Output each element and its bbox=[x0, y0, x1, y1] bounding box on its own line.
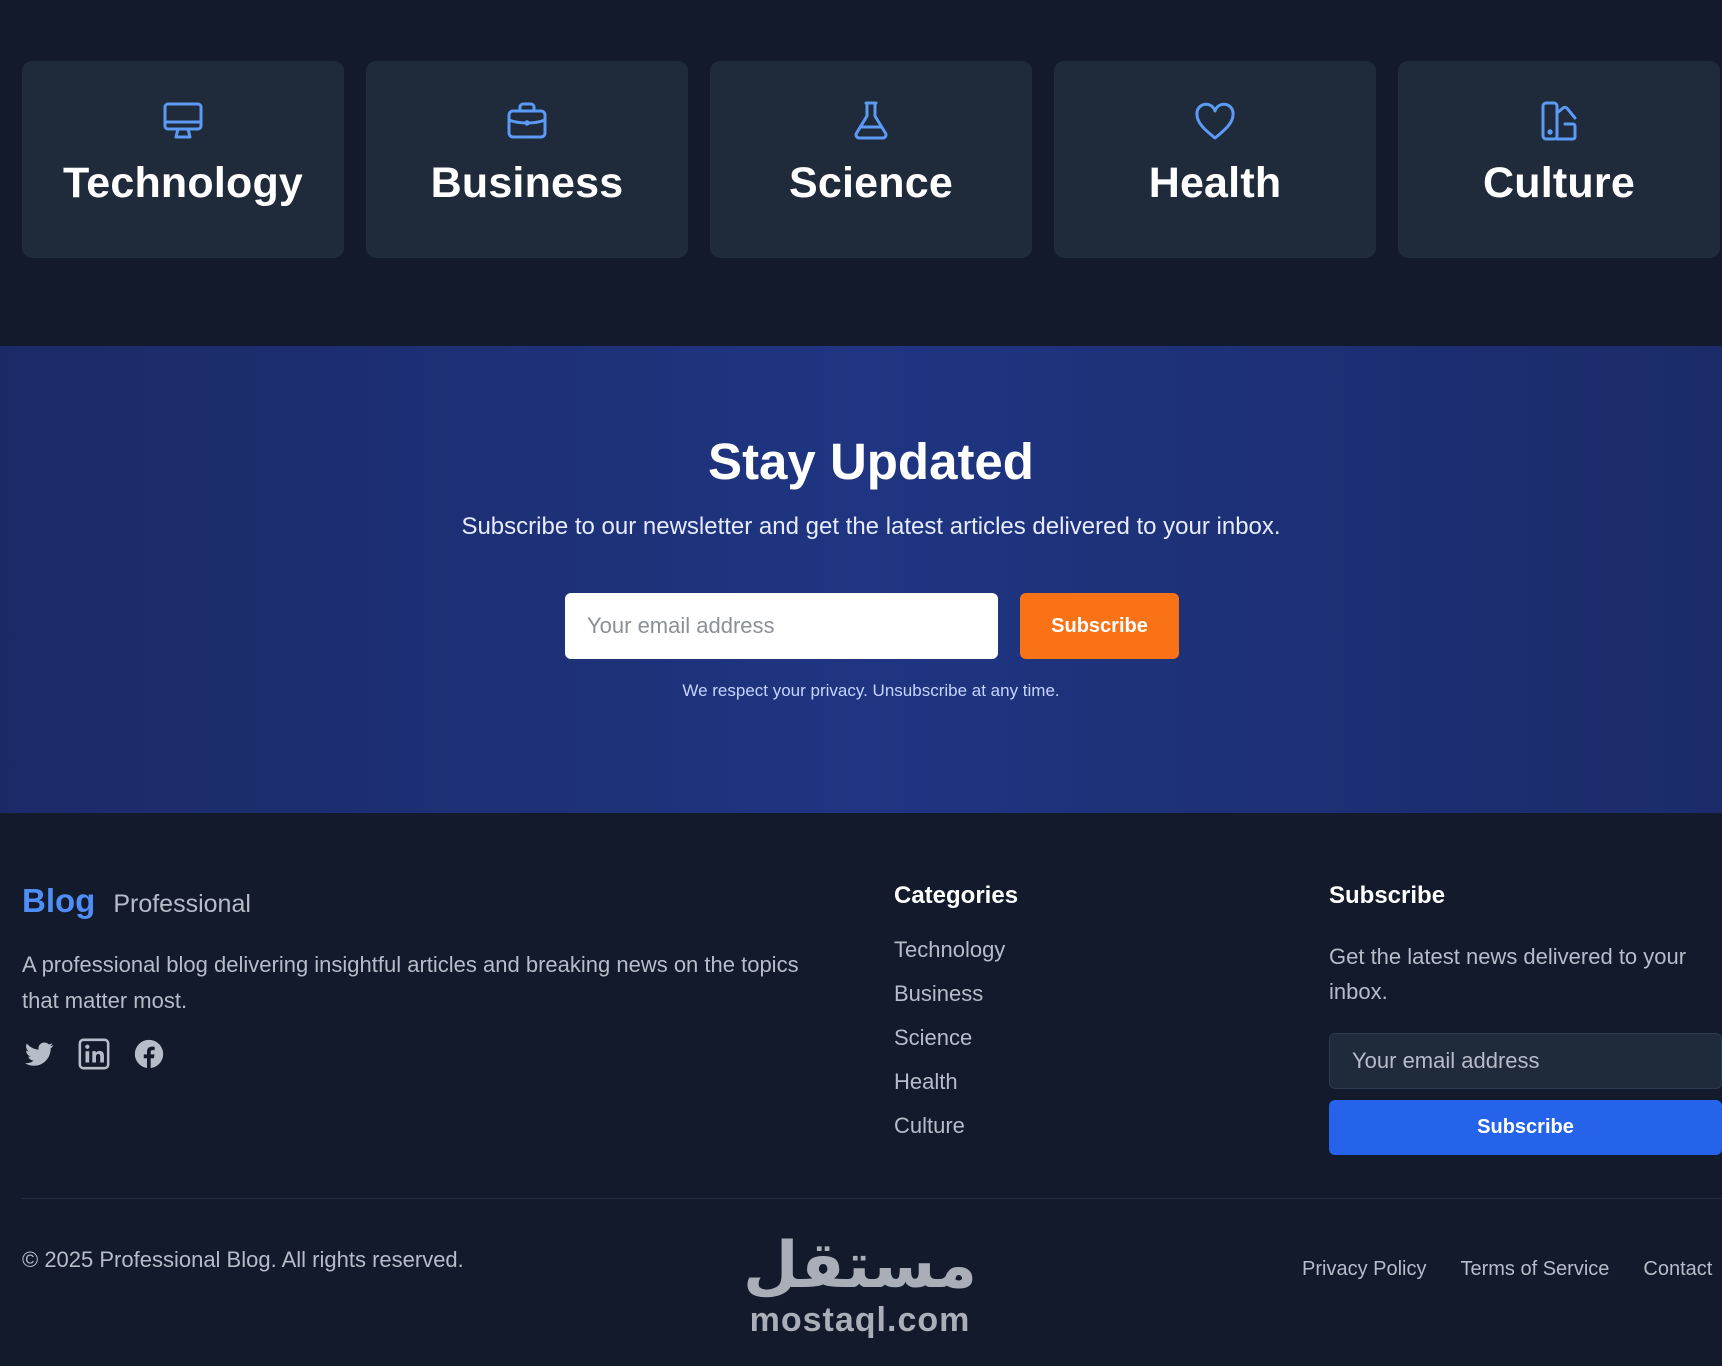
privacy-policy-link[interactable]: Privacy Policy bbox=[1302, 1258, 1426, 1281]
linkedin-icon[interactable] bbox=[77, 1037, 111, 1071]
categories-section: Technology Business Science Health Cultu… bbox=[0, 0, 1722, 346]
newsletter-subscribe-button[interactable]: Subscribe bbox=[1020, 593, 1179, 659]
category-card-culture[interactable]: Culture bbox=[1398, 61, 1720, 258]
footer-subscribe-button[interactable]: Subscribe bbox=[1329, 1100, 1722, 1155]
subscribe-description: Get the latest news delivered to your in… bbox=[1329, 944, 1687, 1004]
footer-link-science[interactable]: Science bbox=[894, 1025, 1005, 1069]
category-label: Business bbox=[430, 159, 624, 207]
contact-link[interactable]: Contact bbox=[1643, 1258, 1712, 1281]
footer-link-technology[interactable]: Technology bbox=[894, 937, 1005, 981]
footer-description: A professional blog delivering insightfu… bbox=[22, 952, 799, 1013]
watermark-arabic: مستقل bbox=[742, 1229, 978, 1303]
privacy-note: We respect your privacy. Unsubscribe at … bbox=[682, 681, 1060, 700]
brand-tagline: Professional bbox=[113, 890, 251, 918]
category-card-business[interactable]: Business bbox=[366, 61, 688, 258]
category-card-science[interactable]: Science bbox=[710, 61, 1032, 258]
subscribe-title: Subscribe bbox=[1329, 882, 1446, 909]
briefcase-icon bbox=[503, 97, 551, 145]
brand-name: Blog bbox=[22, 882, 96, 919]
flask-icon bbox=[847, 97, 895, 145]
category-label: Technology bbox=[62, 159, 304, 207]
footer-link-health[interactable]: Health bbox=[894, 1069, 1005, 1113]
newsletter-section: Stay Updated Subscribe to our newsletter… bbox=[0, 346, 1722, 813]
footer-category-list: Technology Business Science Health Cultu… bbox=[894, 937, 1005, 1157]
category-label: Science bbox=[789, 159, 953, 207]
twitter-icon[interactable] bbox=[22, 1037, 56, 1071]
categories-title: Categories bbox=[894, 882, 1019, 909]
newsletter-subtitle: Subscribe to our newsletter and get the … bbox=[461, 513, 1281, 540]
monitor-icon bbox=[159, 97, 207, 145]
terms-of-service-link[interactable]: Terms of Service bbox=[1460, 1258, 1609, 1281]
category-label: Health bbox=[1148, 159, 1282, 207]
footer-link-culture[interactable]: Culture bbox=[894, 1113, 1005, 1157]
category-card-technology[interactable]: Technology bbox=[22, 61, 344, 258]
social-links bbox=[22, 1037, 166, 1071]
heart-icon bbox=[1191, 97, 1239, 145]
legal-links: Privacy Policy Terms of Service Contact bbox=[1302, 1258, 1712, 1281]
facebook-icon[interactable] bbox=[132, 1037, 166, 1071]
palette-icon bbox=[1535, 97, 1583, 145]
footer-divider bbox=[22, 1198, 1722, 1199]
footer-link-business[interactable]: Business bbox=[894, 981, 1005, 1025]
copyright-text: © 2025 Professional Blog. All rights res… bbox=[22, 1247, 464, 1272]
mostaql-watermark: مستقل mostaql.com bbox=[743, 1230, 977, 1340]
category-label: Culture bbox=[1483, 159, 1635, 207]
footer-brand[interactable]: Blog Professional bbox=[22, 882, 251, 920]
watermark-latin: mostaql.com bbox=[749, 1301, 971, 1339]
category-card-health[interactable]: Health bbox=[1054, 61, 1376, 258]
newsletter-email-input[interactable] bbox=[565, 593, 998, 659]
newsletter-title: Stay Updated bbox=[708, 433, 1034, 490]
footer-email-input[interactable] bbox=[1329, 1033, 1722, 1089]
footer: Blog Professional A professional blog de… bbox=[0, 813, 1722, 1366]
